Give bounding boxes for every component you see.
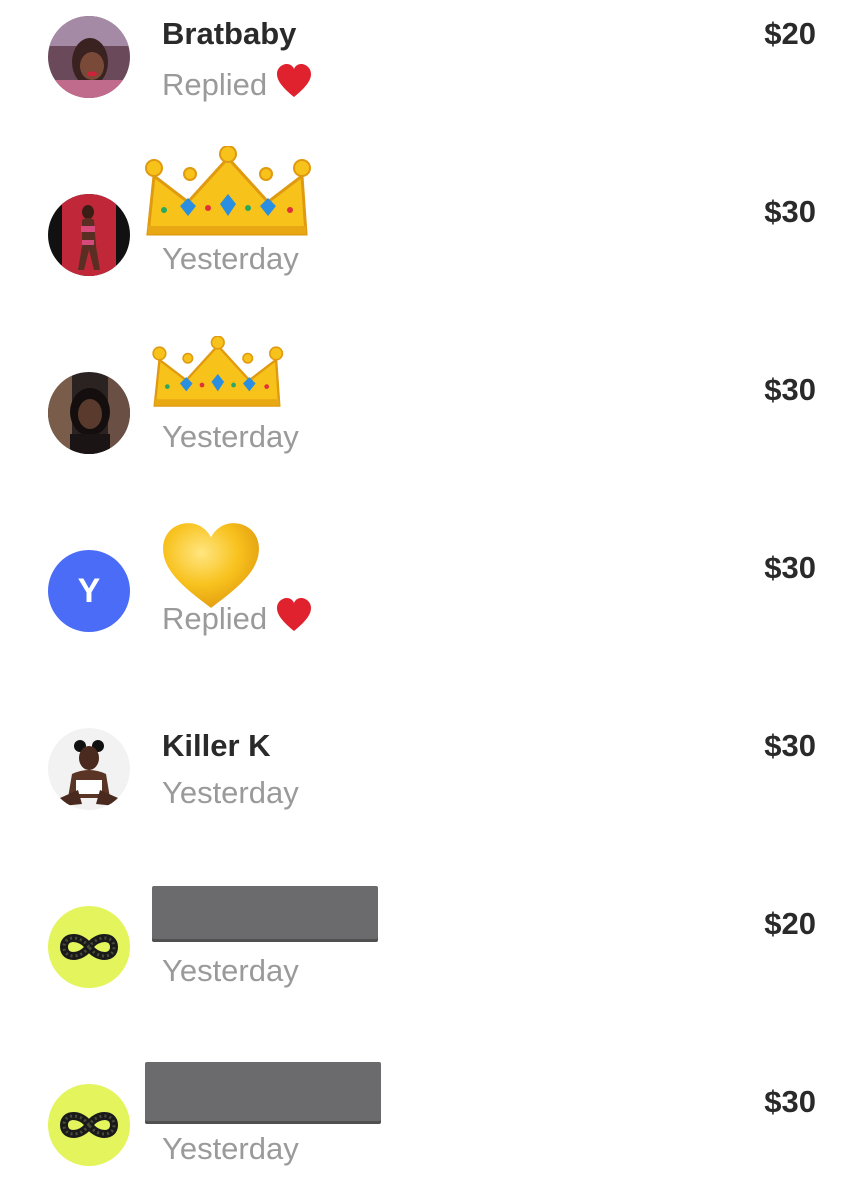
transaction-status: Yesterday (162, 1131, 299, 1167)
sender-name: Killer K (162, 728, 271, 763)
transaction-status: Replied (162, 597, 313, 637)
transaction-list: Bratbaby Replied $20 Yesterday $30 Yeste… (0, 0, 866, 1200)
amount: $30 (764, 1084, 816, 1119)
avatar[interactable] (48, 906, 130, 988)
status-label: Replied (162, 601, 268, 636)
infinity-icon (48, 906, 130, 988)
red-heart-icon (277, 64, 312, 97)
status-label: Replied (162, 67, 268, 102)
amount: $30 (764, 194, 816, 229)
transaction-row[interactable]: Yesterday $20 (0, 886, 866, 1010)
avatar[interactable] (48, 16, 130, 98)
infinity-icon (48, 1084, 130, 1166)
redacted-name (145, 1062, 381, 1124)
status-label: Yesterday (162, 241, 299, 276)
redacted-name (152, 886, 378, 942)
crown-icon (152, 336, 284, 407)
status-label: Yesterday (162, 775, 299, 810)
transaction-row[interactable]: Yesterday $30 (0, 146, 866, 298)
transaction-status: Yesterday (162, 953, 299, 989)
transaction-status: Yesterday (162, 775, 299, 811)
status-label: Yesterday (162, 419, 299, 454)
transaction-row[interactable]: Y Replied $30 (0, 523, 866, 654)
transaction-row[interactable]: Killer K Yesterday $30 (0, 712, 866, 832)
status-label: Yesterday (162, 953, 299, 988)
amount: $30 (764, 728, 816, 763)
avatar[interactable] (48, 1084, 130, 1166)
amount: $20 (764, 906, 816, 941)
red-heart-icon (277, 598, 312, 631)
avatar[interactable] (48, 372, 130, 454)
avatar[interactable] (48, 194, 130, 276)
transaction-status: Replied (162, 63, 313, 103)
avatar[interactable]: Y (48, 550, 130, 632)
transaction-row[interactable]: Yesterday $30 (0, 336, 866, 476)
transaction-status: Yesterday (162, 419, 299, 455)
amount: $30 (764, 372, 816, 407)
amount: $20 (764, 16, 816, 51)
status-label: Yesterday (162, 1131, 299, 1166)
sender-name: Bratbaby (162, 16, 297, 51)
avatar[interactable] (48, 728, 130, 810)
crown-icon (145, 146, 311, 236)
transaction-row[interactable]: Yesterday $30 (0, 1062, 866, 1188)
amount: $30 (764, 550, 816, 585)
transaction-row[interactable]: Bratbaby Replied $20 (0, 0, 866, 120)
transaction-status: Yesterday (162, 241, 299, 277)
